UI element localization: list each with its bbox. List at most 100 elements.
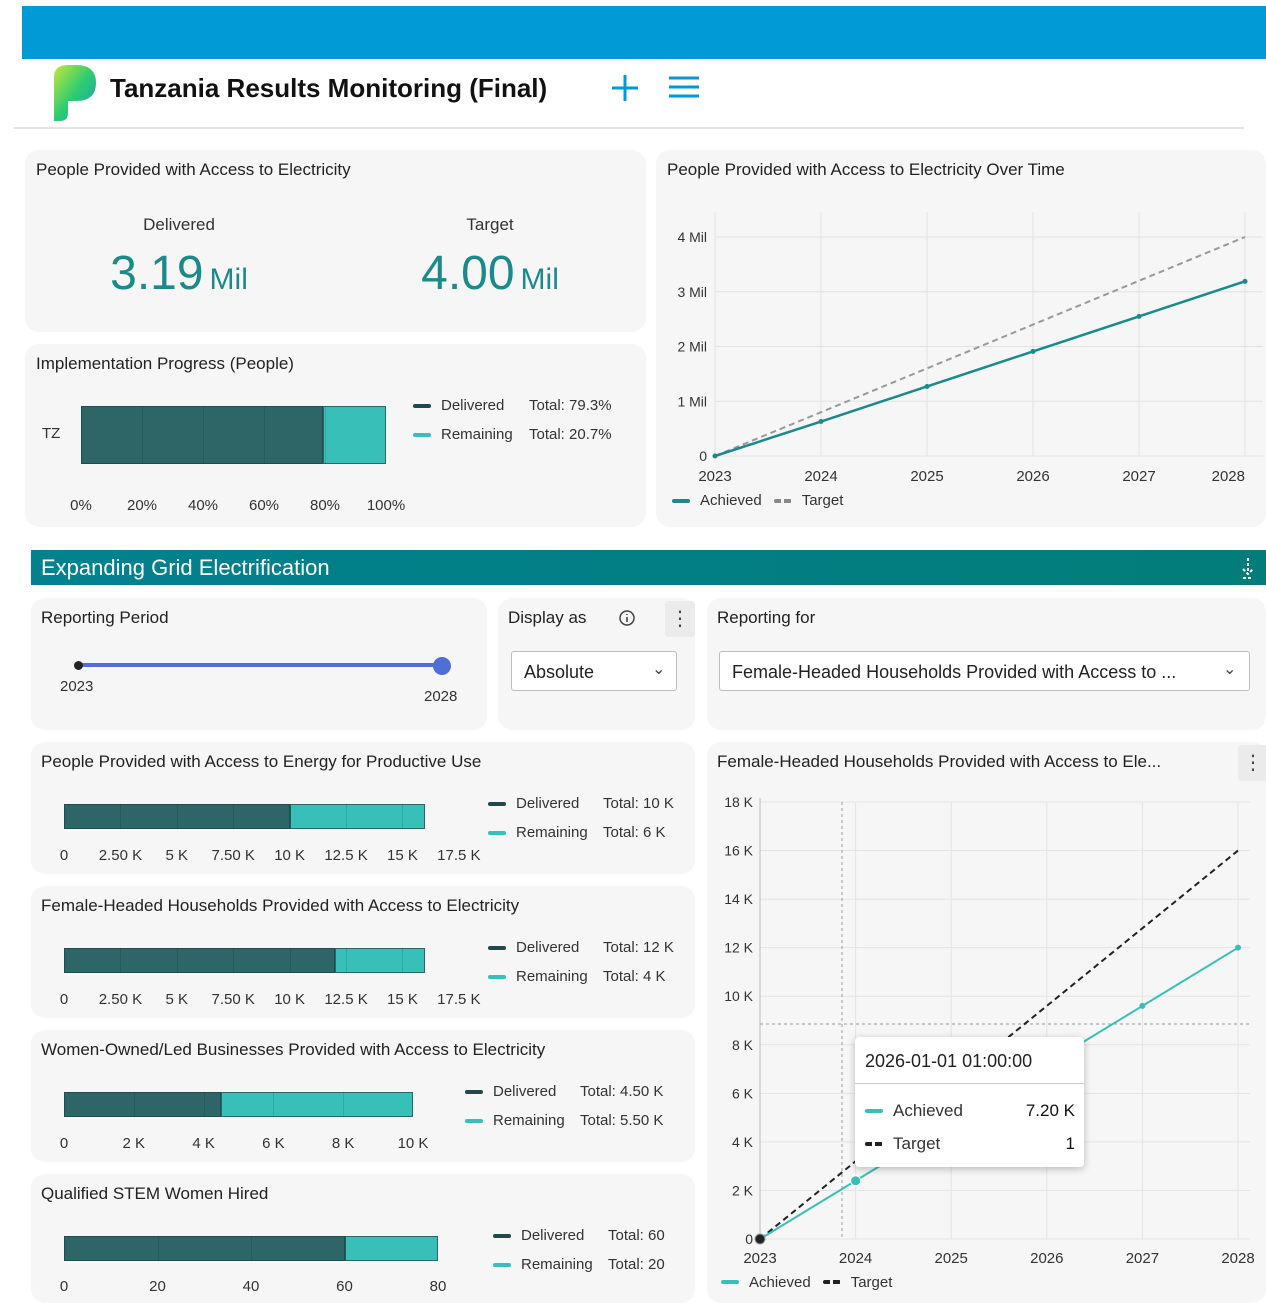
- legend-delivered-label: Delivered: [516, 939, 580, 956]
- mini-chart-title: Qualified STEM Women Hired: [41, 1184, 269, 1203]
- remaining-bar[interactable]: [221, 1092, 413, 1117]
- display-as-select[interactable]: Absolute ⌄: [511, 651, 677, 691]
- chevron-down-icon: ⌄: [652, 661, 666, 678]
- y-tick-label: 0: [699, 448, 707, 464]
- legend-remaining-total: Total: 6 K: [603, 824, 666, 841]
- app-header: Tanzania Results Monitoring (Final): [22, 59, 1266, 129]
- tooltip-date: 2026-01-01 01:00:00: [865, 1051, 1033, 1071]
- achieved-point: [1242, 278, 1248, 284]
- x-tick-label: 6 K: [262, 1135, 285, 1152]
- x-tick-label: 2025: [935, 1250, 968, 1267]
- kpi-delivered-number: 3.19: [110, 247, 204, 300]
- legend-remaining-swatch: [465, 1118, 483, 1123]
- x-tick-label: 17.5 K: [437, 991, 481, 1008]
- gridline: [157, 1236, 159, 1261]
- x-tick-label: 2026: [1016, 468, 1049, 485]
- kpi-delivered-value: 3.19 Mil: [79, 246, 279, 301]
- mini-chart-title: Female-Headed Households Provided with A…: [41, 896, 520, 915]
- remaining-bar[interactable]: [334, 948, 425, 973]
- x-tick-label: 0: [59, 1135, 69, 1152]
- y-tick-label: 2 K: [732, 1182, 754, 1198]
- legend-delivered-label: Delivered: [441, 397, 505, 414]
- x-tick-label: 7.50 K: [211, 991, 255, 1008]
- legend-target-label: Target: [850, 1273, 893, 1291]
- add-icon[interactable]: [608, 71, 642, 105]
- period-slider-start-handle[interactable]: [74, 661, 83, 670]
- app-logo-icon: [54, 65, 96, 121]
- impl-x-tick-label: 0%: [70, 497, 92, 514]
- legend-delivered-total: Total: 79.3%: [529, 397, 612, 414]
- gridline: [402, 804, 404, 829]
- x-tick-label: 4 K: [192, 1135, 215, 1152]
- gridline: [142, 406, 143, 464]
- delivered-bar[interactable]: [64, 948, 335, 973]
- achieved-line: [714, 280, 1246, 458]
- impl-x-tick-label: 20%: [126, 497, 158, 514]
- y-tick-label: 4 K: [732, 1134, 754, 1150]
- gridline: [233, 948, 235, 973]
- delivered-bar[interactable]: [64, 1092, 222, 1117]
- impl-x-tick-label: 40%: [187, 497, 219, 514]
- x-tick-label: 2027: [1122, 468, 1155, 485]
- x-tick-label: 0: [59, 847, 69, 864]
- x-tick-label: 60: [336, 1278, 353, 1295]
- app-title: Tanzania Results Monitoring (Final): [110, 73, 548, 103]
- gridline: [402, 948, 404, 973]
- achieved-point: [712, 453, 718, 459]
- y-tick-label: 1 Mil: [677, 393, 707, 409]
- gridline: [289, 948, 291, 973]
- tooltip-divider: [855, 1083, 1084, 1084]
- x-tick-label: 5 K: [165, 991, 189, 1008]
- gridline: [346, 804, 348, 829]
- mini-chart-legend: Delivered Total: 4.50 K Remaining Total: 5.…: [465, 1077, 663, 1135]
- period-slider-end-handle[interactable]: [433, 657, 451, 675]
- info-icon[interactable]: [618, 609, 636, 627]
- impl-legend: Delivered Total: 79.3% Remaining Total: 20…: [413, 391, 612, 449]
- x-tick-label: 7.50 K: [211, 847, 255, 864]
- x-tick-label: 2 K: [122, 1135, 146, 1152]
- impl-x-tick-label: 100%: [366, 497, 406, 514]
- reporting-for-value: Female-Headed Households Provided with A…: [732, 662, 1177, 682]
- reporting-title: Reporting for: [717, 608, 816, 627]
- kpi-target-label: Target: [466, 215, 514, 234]
- fhh-chart-card: Female-Headed Households Provided with A…: [707, 742, 1266, 1303]
- impl-delivered-bar[interactable]: [81, 406, 323, 464]
- legend-delivered-swatch: [488, 945, 506, 950]
- legend-delivered-total: Total: 4.50 K: [580, 1083, 664, 1100]
- y-tick-label: 4 Mil: [677, 229, 707, 245]
- gridline: [264, 406, 265, 464]
- legend-delivered-label: Delivered: [521, 1227, 585, 1244]
- gridline: [176, 804, 178, 829]
- x-tick-label: 0: [59, 991, 69, 1008]
- display-as-card: Display as ⋮ Absolute ⌄: [498, 598, 695, 730]
- remaining-bar[interactable]: [289, 804, 425, 829]
- overtime-chart[interactable]: 4 Mil 3 Mil 2 Mil 1 Mil 0 2023 2024 2025 2026 202…: [656, 150, 1266, 527]
- kpi-card: People Provided with Access to Electrici…: [25, 150, 646, 332]
- fhh-chart[interactable]: 18 K 16 K 14 K 12 K 10 K 8 K 6 K 4 K 2 K 0 2023 202…: [707, 742, 1266, 1303]
- kpi-target-number: 4.00: [421, 247, 515, 300]
- mini-chart-card: Women-Owned/Led Businesses Provided with…: [31, 1030, 695, 1162]
- gridline: [203, 406, 204, 464]
- legend-remaining-label: Remaining: [516, 824, 588, 841]
- menu-icon[interactable]: [667, 71, 701, 105]
- period-slider-track[interactable]: [78, 663, 443, 667]
- achieved-point: [850, 1175, 862, 1187]
- y-tick-label: 8 K: [732, 1037, 754, 1053]
- remaining-bar[interactable]: [344, 1236, 438, 1261]
- x-tick-label: 2028: [1212, 468, 1245, 485]
- impl-remaining-bar[interactable]: [323, 406, 386, 464]
- delivered-bar[interactable]: [64, 1236, 345, 1261]
- reporting-for-select[interactable]: Female-Headed Households Provided with A…: [719, 651, 1250, 691]
- mini-chart-card: People Provided with Access to Energy fo…: [31, 742, 695, 874]
- display-title: Display as: [508, 608, 587, 627]
- y-tick-label: 12 K: [724, 940, 753, 956]
- tooltip-achieved-value: 7.20 K: [1025, 1101, 1075, 1120]
- gridline: [251, 1236, 252, 1261]
- download-icon[interactable]: [1240, 556, 1256, 580]
- display-options-kebab-icon[interactable]: ⋮: [665, 601, 695, 637]
- legend-remaining-label: Remaining: [521, 1256, 593, 1273]
- y-tick-label: 3 Mil: [677, 284, 707, 300]
- gridline: [203, 1092, 205, 1117]
- legend-remaining-label: Remaining: [441, 426, 513, 443]
- x-tick-label: 8 K: [331, 1135, 355, 1152]
